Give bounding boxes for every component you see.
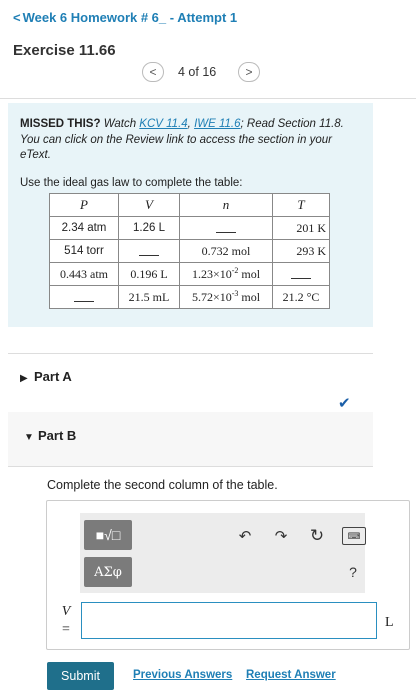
cell-n-mantissa: 5.72×10 — [191, 290, 232, 304]
cell-n-unit: mol — [238, 267, 261, 281]
submit-button[interactable]: Submit — [47, 662, 114, 690]
undo-icon[interactable]: ↶ — [234, 525, 256, 547]
cell-p: 514 torr — [49, 239, 119, 263]
chevron-left-icon: < — [13, 10, 21, 25]
table-row: 2.34 atm 1.26 L 201 K — [49, 216, 330, 240]
item-pager: < 4 of 16 > — [140, 60, 264, 86]
cell-n: 1.23×10-2 mol — [179, 262, 273, 286]
cell-n: 5.72×10-3 mol — [179, 285, 273, 309]
missed-this-text: MISSED THIS? Watch KCV 11.4, IWE 11.6; R… — [20, 117, 360, 164]
question-instruction: Complete the second column of the table. — [47, 478, 278, 492]
previous-answers-link[interactable]: Previous Answers — [133, 669, 232, 681]
table-row: 514 torr 0.732 mol 293 K — [49, 239, 330, 263]
missed-this-box: MISSED THIS? Watch KCV 11.4, IWE 11.6; R… — [8, 103, 373, 327]
cell-n-unit: mol — [238, 290, 261, 304]
header-n: n — [179, 193, 273, 217]
redo-icon[interactable]: ↷ — [270, 525, 292, 547]
header-v: V — [118, 193, 180, 217]
help-icon[interactable]: ? — [342, 561, 364, 583]
part-b-label: Part B — [38, 428, 77, 443]
cell-p: 0.443 atm — [49, 262, 119, 286]
request-answer-link[interactable]: Request Answer — [246, 669, 336, 681]
blank-line — [74, 293, 94, 303]
divider — [8, 466, 373, 467]
exercise-title: Exercise 11.66 — [13, 42, 116, 59]
blank-line — [216, 224, 236, 234]
cell-t: 201 K — [272, 216, 330, 240]
unit-label: L — [385, 615, 394, 630]
chevron-right-icon: > — [245, 65, 253, 79]
divider — [8, 353, 373, 354]
previous-item-button[interactable]: < — [142, 62, 164, 82]
greek-symbols-button[interactable]: ΑΣφ — [84, 557, 132, 587]
greek-label: ΑΣφ — [94, 564, 122, 580]
item-count: 4 of 16 — [178, 65, 217, 79]
header-p: P — [49, 193, 119, 217]
back-to-assignment-link[interactable]: < Week 6 Homework # 6_ - Attempt 1 — [13, 10, 237, 25]
table-row: 0.443 atm 0.196 L 1.23×10-2 mol — [49, 262, 330, 286]
cell-t-blank — [272, 262, 330, 286]
missed-this-lead: MISSED THIS? — [20, 118, 101, 130]
cell-t: 293 K — [272, 239, 330, 263]
math-toolbar: ■√□ ΑΣφ ↶ ↷ ↻ ⌨ ? — [80, 513, 366, 593]
caret-down-icon: ▼ — [24, 432, 34, 443]
cell-v: 1.26 L — [118, 216, 180, 240]
part-b-header[interactable]: ▼ Part B — [24, 428, 76, 443]
blank-line — [139, 247, 159, 257]
reset-icon[interactable]: ↻ — [306, 525, 328, 547]
kcv-link[interactable]: KCV 11.4 — [139, 118, 187, 130]
header-t: T — [272, 193, 330, 217]
part-a-header[interactable]: ▶ Part A — [20, 369, 72, 384]
cell-n: 0.732 mol — [179, 239, 273, 263]
variable-symbol: V — [61, 604, 71, 619]
chevron-left-icon: < — [149, 65, 157, 79]
answer-input[interactable] — [81, 602, 377, 639]
next-item-button[interactable]: > — [238, 62, 260, 82]
ideal-gas-table: P V n T 2.34 atm 1.26 L 201 K 514 torr 0… — [49, 193, 330, 309]
cell-p: 2.34 atm — [49, 216, 119, 240]
table-row: 21.5 mL 5.72×10-3 mol 21.2 °C — [49, 285, 330, 309]
caret-right-icon: ▶ — [20, 373, 28, 384]
keyboard-icon[interactable]: ⌨ — [342, 527, 366, 545]
checkmark-icon: ✔ — [338, 395, 351, 412]
cell-p-blank — [49, 285, 119, 309]
part-a-label: Part A — [34, 369, 72, 384]
cell-v: 21.5 mL — [118, 285, 180, 309]
variable-label: V = — [59, 603, 73, 639]
blank-line — [291, 270, 311, 280]
iwe-link[interactable]: IWE 11.6 — [194, 118, 240, 130]
assignment-title: Week 6 Homework # 6_ - Attempt 1 — [22, 10, 238, 25]
cell-n-blank — [179, 216, 273, 240]
missed-watch-text: Watch — [100, 118, 140, 130]
equals-sign: = — [62, 622, 70, 637]
cell-t: 21.2 °C — [272, 285, 330, 309]
templates-icon: ■√□ — [95, 527, 121, 543]
cell-v-blank — [118, 239, 180, 263]
divider — [0, 98, 416, 99]
table-caption: Use the ideal gas law to complete the ta… — [20, 177, 243, 189]
templates-button[interactable]: ■√□ — [84, 520, 132, 550]
table-header-row: P V n T — [49, 193, 330, 217]
cell-v: 0.196 L — [118, 262, 180, 286]
cell-n-mantissa: 1.23×10 — [191, 267, 232, 281]
answer-panel: ■√□ ΑΣφ ↶ ↷ ↻ ⌨ ? V = L — [46, 500, 410, 650]
